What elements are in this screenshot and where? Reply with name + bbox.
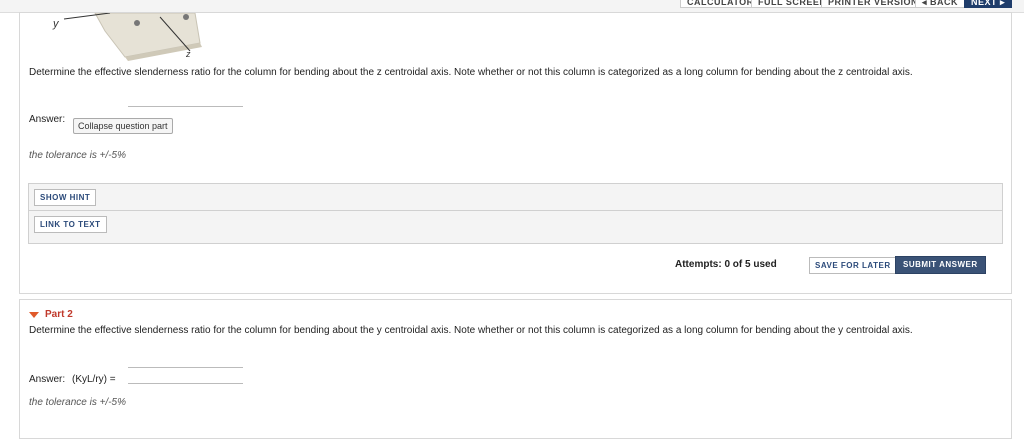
part2-answer-input[interactable] <box>128 383 243 384</box>
z-axis-label: z <box>185 49 191 59</box>
hint-panel: SHOW HINT LINK TO TEXT <box>28 183 1003 244</box>
y-axis-label: y <box>52 18 60 30</box>
part1-answer-label: Answer: <box>29 114 66 125</box>
part2-tolerance: the tolerance is +/-5% <box>29 397 126 408</box>
show-hint-button[interactable]: SHOW HINT <box>34 189 97 206</box>
submit-answer-button[interactable]: SUBMIT ANSWER <box>895 256 986 274</box>
part1-question: Determine the effective slenderness rati… <box>29 67 913 78</box>
part2-title[interactable]: Part 2 <box>45 309 73 320</box>
part1-tolerance: the tolerance is +/-5% <box>29 150 126 161</box>
part1-card: y z Determine the effective slenderness … <box>19 12 1012 294</box>
part2-card: Part 2 Determine the effective slenderne… <box>19 299 1012 439</box>
attempts-counter: Attempts: 0 of 5 used <box>675 259 777 270</box>
collapse-arrow-icon[interactable] <box>29 312 39 318</box>
back-button[interactable]: ◂ BACK <box>915 0 966 8</box>
calculator-button[interactable]: CALCULATOR <box>680 0 761 8</box>
save-for-later-button[interactable]: SAVE FOR LATER <box>809 257 897 274</box>
printer-version-button[interactable]: PRINTER VERSION <box>821 0 926 8</box>
collapse-tooltip: Collapse question part <box>73 118 173 134</box>
column-diagram: y z <box>52 13 202 61</box>
next-button[interactable]: NEXT ▸ <box>964 0 1013 8</box>
part1-answer-input[interactable] <box>128 106 243 107</box>
part2-answer-expression: (KyL/ry) = <box>72 374 116 385</box>
part2-answer-label: Answer: <box>29 374 66 385</box>
part2-answer-top-line <box>128 367 243 368</box>
part2-question: Determine the effective slenderness rati… <box>29 325 913 336</box>
hint-divider <box>29 210 1002 211</box>
link-to-text-button[interactable]: LINK TO TEXT <box>34 216 107 233</box>
